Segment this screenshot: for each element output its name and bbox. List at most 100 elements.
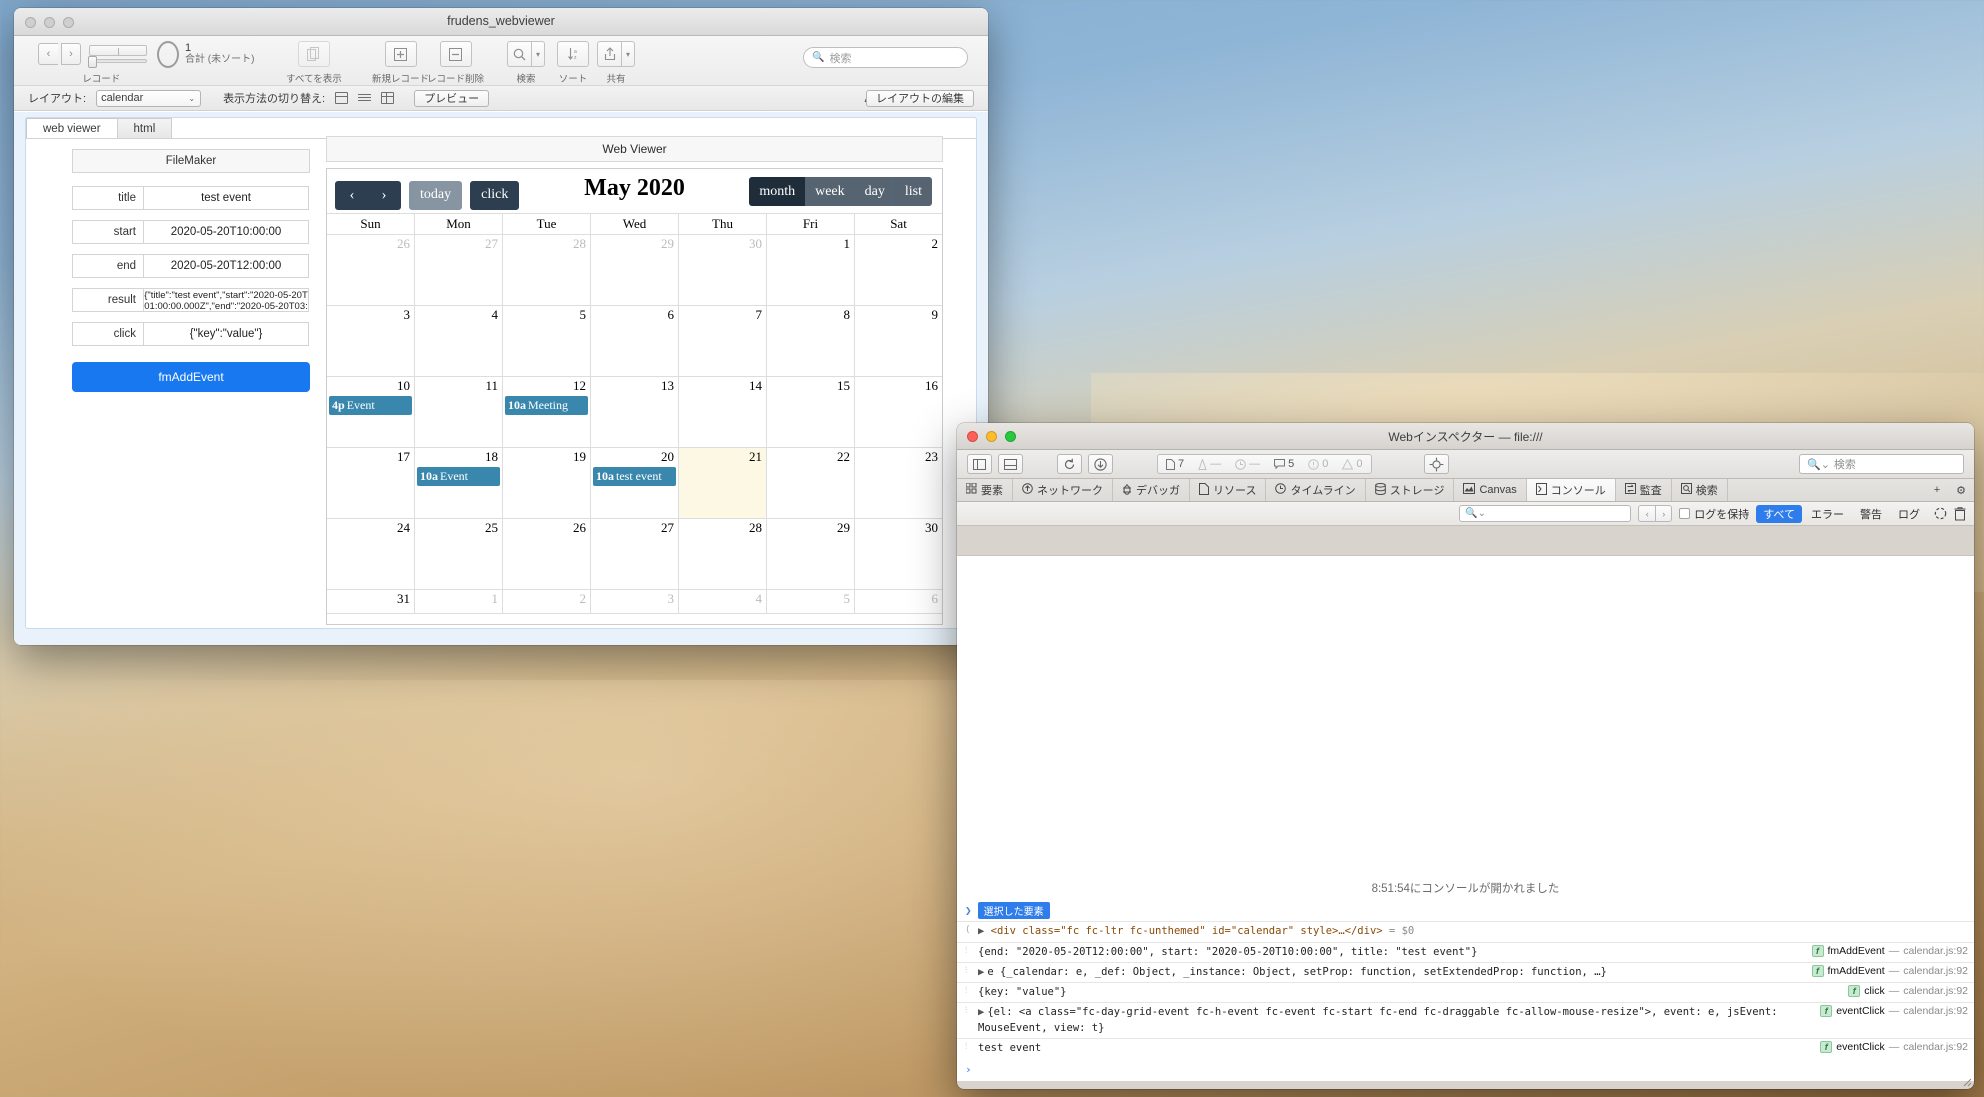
filter-logs[interactable]: ログ <box>1891 505 1927 523</box>
console-log-source[interactable]: f fmAddEvent — calendar.js:92 <box>1802 964 1968 977</box>
console-log-source[interactable]: f click — calendar.js:92 <box>1838 985 1968 998</box>
resize-grip-icon[interactable] <box>1960 1075 1972 1087</box>
calendar-day-cell[interactable]: 6 <box>591 306 679 377</box>
calendar-day-cell[interactable]: 30 <box>855 519 942 590</box>
calendar-day-cell[interactable]: 25 <box>415 519 503 590</box>
calendar-day-cell[interactable]: 10 4p Event <box>327 377 415 448</box>
record-slider[interactable] <box>88 45 147 68</box>
web-viewer-frame[interactable]: ‹ › today click May 2020 month week day … <box>326 168 943 625</box>
calendar-view-list[interactable]: list <box>894 177 932 206</box>
share-menu-button[interactable]: ▾ <box>621 41 635 67</box>
calendar-day-cell[interactable]: 28 <box>503 235 591 306</box>
calendar-day-cell[interactable]: 14 <box>679 377 767 448</box>
calendar-event[interactable]: 4p Event <box>329 396 412 415</box>
calendar-day-cell[interactable]: 27 <box>415 235 503 306</box>
inspector-titlebar[interactable]: Webインスペクター — file:/// <box>957 423 1974 450</box>
record-number-field[interactable] <box>89 45 147 56</box>
filter-errors[interactable]: エラー <box>1804 505 1851 523</box>
inspector-tab-storage[interactable]: ストレージ <box>1366 479 1455 501</box>
field-value-click[interactable]: {"key":"value"} <box>144 322 309 346</box>
find-button[interactable] <box>507 41 531 67</box>
calendar-day-cell[interactable]: 12 10a Meeting <box>503 377 591 448</box>
calendar-day-cell[interactable]: 15 <box>767 377 855 448</box>
field-value-result[interactable]: {"title":"test event","start":"2020-05-2… <box>144 288 309 312</box>
calendar-day-cell[interactable]: 16 <box>855 377 942 448</box>
calendar-day-cell[interactable]: 1 <box>415 590 503 614</box>
console-dom-row[interactable]: ⟨ ▶ <div class="fc fc-ltr fc-unthemed" i… <box>957 921 1974 941</box>
calendar-click-button[interactable]: click <box>470 180 520 210</box>
console-panel[interactable]: 8:51:54にコンソールが開かれました ❯ 選択した要素 ⟨ ▶ <div c… <box>957 555 1974 1081</box>
log-source-location[interactable]: calendar.js:92 <box>1903 965 1968 977</box>
fm-add-event-button[interactable]: fmAddEvent <box>72 362 310 392</box>
filter-all[interactable]: すべて <box>1756 504 1802 523</box>
dock-bottom-button[interactable] <box>998 454 1023 474</box>
calendar-prev-button[interactable]: ‹ <box>336 187 368 204</box>
calendar-day-cell[interactable]: 5 <box>503 306 591 377</box>
console-log-source[interactable]: f eventClick — calendar.js:92 <box>1810 1040 1968 1053</box>
clear-console-icon[interactable] <box>1954 506 1966 521</box>
console-log-row[interactable]: ⫶ ▶ {el: <a class="fc-day-grid-event fc-h-… <box>957 1002 1974 1037</box>
layout-select[interactable]: calendar ⌄ <box>96 89 202 107</box>
calendar-event[interactable]: 10a Event <box>417 467 500 486</box>
field-value-start[interactable]: 2020-05-20T10:00:00 <box>144 220 309 244</box>
calendar-today-button[interactable]: today <box>409 180 463 210</box>
sort-button[interactable]: a z <box>557 41 589 67</box>
console-log-source[interactable]: f fmAddEvent — calendar.js:92 <box>1802 944 1968 957</box>
inspector-tab-debugger[interactable]: デバッガ <box>1113 479 1190 501</box>
calendar-day-cell[interactable]: 29 <box>591 235 679 306</box>
log-source-location[interactable]: calendar.js:92 <box>1903 945 1968 957</box>
calendar-view-month[interactable]: month <box>749 177 806 206</box>
console-log-row[interactable]: ⫶ ▶ e {_calendar: e, _def: Object, _instan… <box>957 961 1974 982</box>
share-button[interactable] <box>597 41 621 67</box>
console-log-row[interactable]: ⫶ test event f eventClick — calendar.js:92 <box>957 1037 1974 1058</box>
calendar-day-cell[interactable]: 31 <box>327 590 415 614</box>
console-prompt[interactable]: › <box>957 1058 1974 1081</box>
inspector-tab-console[interactable]: コンソール <box>1526 479 1616 501</box>
inspector-tab-elements[interactable]: 要素 <box>957 479 1013 501</box>
calendar-day-cell[interactable]: 2 <box>503 590 591 614</box>
record-slider-knob[interactable] <box>88 56 97 68</box>
disclosure-triangle-icon[interactable]: ▶ <box>978 925 984 937</box>
preserve-log-toggle[interactable]: ログを保持 <box>1679 506 1749 522</box>
reload-button[interactable] <box>1057 454 1082 474</box>
tab-web-viewer[interactable]: web viewer <box>26 118 118 138</box>
download-button[interactable] <box>1088 454 1113 474</box>
previous-record-button[interactable]: ‹ <box>38 43 58 65</box>
disclosure-triangle-icon[interactable]: ▶ <box>978 1006 984 1018</box>
calendar-day-cell[interactable]: 6 <box>855 590 942 614</box>
console-filter-input[interactable]: 🔍⌄ <box>1459 505 1632 522</box>
edit-layout-button[interactable]: レイアウトの編集 <box>866 89 974 107</box>
next-record-button[interactable]: › <box>61 43 81 65</box>
calendar-day-cell[interactable]: 1 <box>767 235 855 306</box>
calendar-day-cell[interactable]: 7 <box>679 306 767 377</box>
inspector-search-box[interactable]: 🔍⌄ 検索 <box>1799 454 1964 474</box>
new-record-button[interactable] <box>384 41 417 67</box>
log-source-location[interactable]: calendar.js:92 <box>1903 1005 1968 1017</box>
inspector-tab-search[interactable]: 検索 <box>1672 479 1728 501</box>
calendar-day-cell[interactable]: 21 <box>679 448 767 519</box>
calendar-day-cell[interactable]: 26 <box>503 519 591 590</box>
calendar-day-cell[interactable]: 9 <box>855 306 942 377</box>
record-slider-track[interactable] <box>88 56 147 68</box>
list-view-button[interactable] <box>358 92 372 104</box>
calendar-prev-next-group[interactable]: ‹ › <box>335 180 401 210</box>
calendar-next-button[interactable]: › <box>368 187 400 204</box>
filemaker-titlebar[interactable]: frudens_webviewer <box>14 8 988 36</box>
calendar-day-cell[interactable]: 5 <box>767 590 855 614</box>
calendar-day-cell[interactable]: 23 <box>855 448 942 519</box>
calendar-event[interactable]: 10a test event <box>593 467 676 486</box>
console-search-next[interactable]: › <box>1655 505 1673 522</box>
log-source-location[interactable]: calendar.js:92 <box>1903 985 1968 997</box>
table-view-button[interactable] <box>381 92 395 104</box>
dock-left-button[interactable] <box>967 454 992 474</box>
calendar-view-day[interactable]: day <box>854 177 895 206</box>
calendar-day-cell[interactable]: 3 <box>591 590 679 614</box>
preview-button[interactable]: プレビュー <box>414 89 490 107</box>
calendar-day-cell[interactable]: 18 10a Event <box>415 448 503 519</box>
console-log-row[interactable]: ⫶ {key: "value"} f click — calendar.js:92 <box>957 982 1974 1002</box>
calendar-day-cell[interactable]: 2 <box>855 235 942 306</box>
inspector-tab-resources[interactable]: リソース <box>1190 479 1267 501</box>
inspect-element-button[interactable] <box>1423 454 1449 474</box>
calendar-day-cell[interactable]: 11 <box>415 377 503 448</box>
calendar-day-cell[interactable]: 3 <box>327 306 415 377</box>
